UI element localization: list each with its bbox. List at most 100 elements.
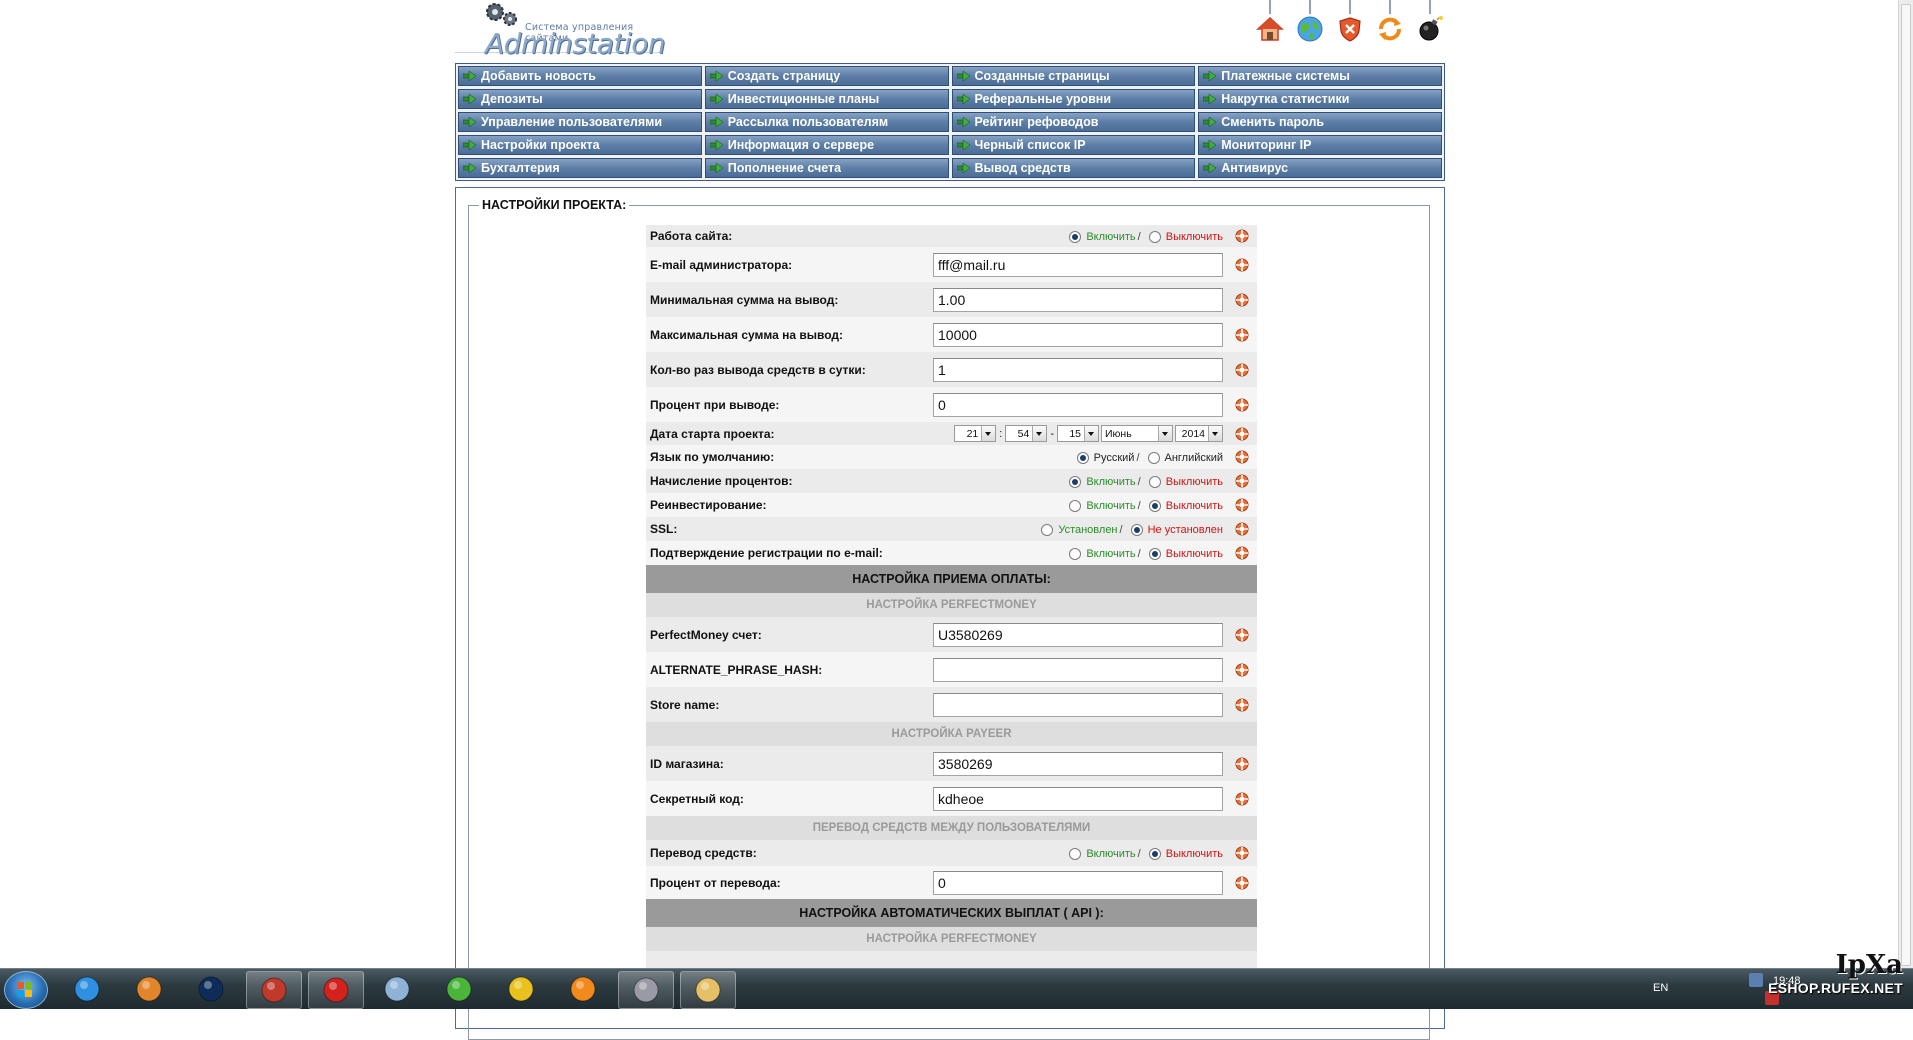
taskbar-app[interactable]	[184, 971, 238, 1007]
taskbar-app[interactable]	[60, 971, 114, 1007]
bomb-icon[interactable]	[1415, 0, 1445, 46]
start-month-select[interactable]: Июнь	[1101, 425, 1173, 442]
help-icon[interactable]	[1235, 663, 1249, 677]
menu-item[interactable]: Черный список IP	[951, 135, 1196, 155]
ssl-installed-radio[interactable]	[1041, 523, 1054, 536]
admin-email-input[interactable]	[933, 252, 1223, 277]
max-withdraw-input[interactable]	[933, 322, 1223, 347]
menu-item[interactable]: Настройки проекта	[458, 135, 702, 155]
menu-item[interactable]: Сменить пароль	[1198, 112, 1442, 132]
pm-store-input[interactable]	[933, 692, 1223, 717]
start-minute-select[interactable]: 54	[1005, 425, 1048, 442]
menu-item[interactable]: Вывод средств	[951, 158, 1196, 178]
interest-off-radio[interactable]	[1148, 475, 1161, 488]
ssl-not-installed-radio[interactable]	[1130, 523, 1143, 536]
settings-form: Работа сайта: Включить / Выключить E-mail …	[646, 225, 1257, 975]
label-min-withdraw: Минимальная сумма на вывод:	[650, 292, 839, 307]
withdraw-percent-input[interactable]	[933, 392, 1223, 417]
tray-network-icon[interactable]	[1749, 973, 1763, 987]
menu-item[interactable]: Создать страницу	[704, 66, 949, 86]
start-year-select[interactable]: 2014	[1175, 425, 1223, 442]
menu-item-label: Накрутка статистики	[1221, 92, 1350, 106]
help-icon[interactable]	[1235, 522, 1249, 536]
menu-item[interactable]: Антивирус	[1198, 158, 1442, 178]
menu-item[interactable]: Рейтинг рефоводов	[951, 112, 1196, 132]
help-icon[interactable]	[1235, 450, 1249, 464]
arrow-right-icon	[956, 140, 970, 150]
arrow-right-icon	[709, 71, 723, 81]
help-icon[interactable]	[1235, 363, 1249, 377]
help-icon[interactable]	[1235, 328, 1249, 342]
arrow-right-icon	[463, 117, 476, 127]
menu-item[interactable]: Управление пользователями	[458, 112, 702, 132]
help-icon[interactable]	[1235, 398, 1249, 412]
help-icon[interactable]	[1235, 757, 1249, 771]
email-confirm-on-radio[interactable]	[1069, 547, 1082, 560]
site-work-off-radio[interactable]	[1148, 230, 1161, 243]
menu-item[interactable]: Мониторинг IP	[1198, 135, 1442, 155]
help-icon[interactable]	[1235, 876, 1249, 890]
lang-russian-radio[interactable]	[1076, 451, 1089, 464]
help-icon[interactable]	[1235, 498, 1249, 512]
taskbar-app[interactable]	[680, 971, 736, 1009]
menu-item[interactable]: Пополнение счета	[704, 158, 949, 178]
home-icon[interactable]	[1255, 0, 1285, 46]
start-day-select[interactable]: 15	[1057, 425, 1099, 442]
taskbar-app[interactable]	[122, 971, 176, 1007]
menu-item[interactable]: Реферальные уровни	[951, 89, 1196, 109]
pm-account-input[interactable]	[933, 622, 1223, 647]
help-icon[interactable]	[1235, 792, 1249, 806]
menu-item[interactable]: Платежные системы	[1198, 66, 1442, 86]
transfer-percent-input[interactable]	[933, 870, 1223, 895]
taskbar-app[interactable]	[432, 971, 486, 1007]
taskbar-app[interactable]	[308, 971, 364, 1009]
site-work-on-label: Включить	[1086, 231, 1136, 243]
refresh-icon[interactable]	[1375, 0, 1405, 46]
reinvest-off-radio[interactable]	[1148, 499, 1161, 512]
menu-item-label: Мониторинг IP	[1221, 138, 1312, 152]
shield-icon[interactable]	[1335, 0, 1365, 46]
menu-item[interactable]: Инвестиционные планы	[704, 89, 949, 109]
scrollbar-thumb[interactable]	[1901, 4, 1911, 966]
help-icon[interactable]	[1235, 628, 1249, 642]
help-icon[interactable]	[1235, 293, 1249, 307]
help-icon[interactable]	[1235, 698, 1249, 712]
globe-icon[interactable]	[1295, 0, 1325, 46]
menu-item[interactable]: Накрутка статистики	[1198, 89, 1442, 109]
transfer-off-radio[interactable]	[1148, 847, 1161, 860]
withdraw-per-day-input[interactable]	[933, 357, 1223, 382]
help-icon[interactable]	[1235, 846, 1249, 860]
email-confirm-off-radio[interactable]	[1148, 547, 1161, 560]
menu-item[interactable]: Добавить новость	[458, 66, 702, 86]
taskbar-app[interactable]	[494, 971, 548, 1007]
start-button[interactable]	[4, 971, 48, 1009]
taskbar-app[interactable]	[556, 971, 610, 1007]
help-icon[interactable]	[1235, 474, 1249, 488]
menu-item[interactable]: Информация о сервере	[704, 135, 949, 155]
settings-panel: НАСТРОЙКИ ПРОЕКТА: Работа сайта: Включит…	[455, 187, 1445, 1040]
menu-item[interactable]: Бухгалтерия	[458, 158, 702, 178]
help-icon[interactable]	[1235, 258, 1249, 272]
reinvest-on-radio[interactable]	[1069, 499, 1082, 512]
site-work-on-radio[interactable]	[1069, 230, 1082, 243]
help-icon[interactable]	[1235, 427, 1249, 441]
payeer-id-input[interactable]	[933, 751, 1223, 776]
menu-item[interactable]: Созданные страницы	[951, 66, 1196, 86]
taskbar-app[interactable]	[618, 971, 674, 1009]
payeer-secret-input[interactable]	[933, 786, 1223, 811]
page-scrollbar[interactable]	[1898, 0, 1913, 968]
pm-hash-input[interactable]	[933, 657, 1223, 682]
taskbar-app[interactable]	[370, 971, 424, 1007]
min-withdraw-input[interactable]	[933, 287, 1223, 312]
logo[interactable]: Система управления сайтами Adminstation	[455, 0, 666, 60]
help-icon[interactable]	[1235, 229, 1249, 243]
transfer-on-radio[interactable]	[1069, 847, 1082, 860]
language-indicator[interactable]: EN	[1653, 982, 1668, 994]
start-hour-select[interactable]: 21	[954, 425, 997, 442]
taskbar-app[interactable]	[246, 971, 302, 1009]
menu-item[interactable]: Депозиты	[458, 89, 702, 109]
help-icon[interactable]	[1235, 546, 1249, 560]
interest-on-radio[interactable]	[1069, 475, 1082, 488]
lang-english-radio[interactable]	[1147, 451, 1160, 464]
menu-item[interactable]: Рассылка пользователям	[704, 112, 949, 132]
